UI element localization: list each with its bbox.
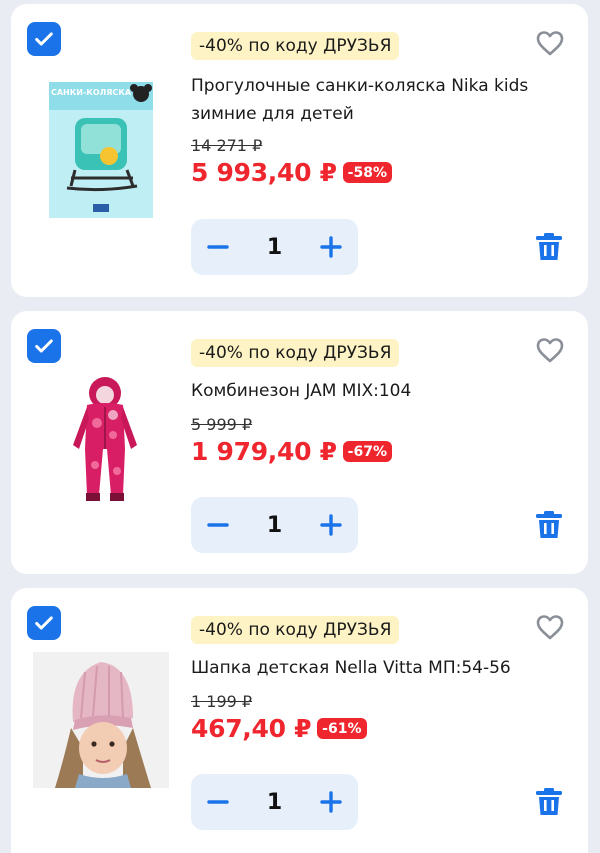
quantity-stepper: 1 <box>191 497 358 553</box>
trash-icon[interactable] <box>534 510 564 540</box>
price-row: 1 979,40 ₽ -67% <box>191 437 392 466</box>
discount-badge: -58% <box>342 162 392 183</box>
check-icon <box>35 616 53 630</box>
increment-button[interactable] <box>320 514 342 536</box>
old-price: 5 999 ₽ <box>191 415 253 434</box>
discount-badge: -67% <box>342 441 392 462</box>
price-row: 5 993,40 ₽ -58% <box>191 158 392 187</box>
check-icon <box>35 339 53 353</box>
cart-item: -40% по коду ДРУЗЬЯ САНКИ-КОЛЯСКА Прогул… <box>11 4 588 297</box>
increment-button[interactable] <box>320 236 342 258</box>
increment-button[interactable] <box>320 791 342 813</box>
item-checkbox[interactable] <box>27 606 61 640</box>
old-price: 14 271 ₽ <box>191 136 263 155</box>
minus-icon <box>207 245 229 249</box>
heart-icon[interactable] <box>536 337 564 363</box>
current-price: 5 993,40 ₽ <box>191 158 337 187</box>
cart-item: -40% по коду ДРУЗЬЯ Шапка детская Nella <box>11 588 588 853</box>
discount-badge: -61% <box>317 718 367 739</box>
quantity-value: 1 <box>266 234 283 260</box>
quantity-value: 1 <box>266 512 283 538</box>
product-image[interactable] <box>33 652 169 788</box>
cart-item-list: -40% по коду ДРУЗЬЯ САНКИ-КОЛЯСКА Прогул… <box>0 0 600 853</box>
quantity-stepper: 1 <box>191 219 358 275</box>
price-row: 467,40 ₽ -61% <box>191 714 367 743</box>
plus-icon <box>320 791 342 813</box>
current-price: 467,40 ₽ <box>191 714 312 743</box>
heart-icon[interactable] <box>536 30 564 56</box>
minus-icon <box>207 800 229 804</box>
promo-code-label: -40% по коду ДРУЗЬЯ <box>191 32 400 60</box>
decrement-button[interactable] <box>207 791 229 813</box>
product-title[interactable]: Прогулочные санки-коляска Nika kids зимн… <box>191 72 551 128</box>
item-checkbox[interactable] <box>27 329 61 363</box>
plus-icon <box>320 236 342 258</box>
product-image[interactable] <box>67 375 143 505</box>
item-checkbox[interactable] <box>27 22 61 56</box>
product-title[interactable]: Шапка детская Nella Vitta МП:54-56 <box>191 654 551 682</box>
decrement-button[interactable] <box>207 514 229 536</box>
promo-code-label: -40% по коду ДРУЗЬЯ <box>191 616 400 644</box>
image-caption: САНКИ-КОЛЯСКА <box>50 88 132 97</box>
product-image[interactable]: САНКИ-КОЛЯСКА <box>49 82 153 218</box>
trash-icon[interactable] <box>534 787 564 817</box>
trash-icon[interactable] <box>534 232 564 262</box>
old-price: 1 199 ₽ <box>191 692 253 711</box>
minus-icon <box>207 523 229 527</box>
cart-item: -40% по коду ДРУЗЬЯ Комбинезон JAM MIX:1… <box>11 311 588 574</box>
check-icon <box>35 32 53 46</box>
product-title[interactable]: Комбинезон JAM MIX:104 <box>191 377 551 405</box>
decrement-button[interactable] <box>207 236 229 258</box>
plus-icon <box>320 514 342 536</box>
quantity-stepper: 1 <box>191 774 358 830</box>
current-price: 1 979,40 ₽ <box>191 437 337 466</box>
heart-icon[interactable] <box>536 614 564 640</box>
quantity-value: 1 <box>266 789 283 815</box>
promo-code-label: -40% по коду ДРУЗЬЯ <box>191 339 400 367</box>
